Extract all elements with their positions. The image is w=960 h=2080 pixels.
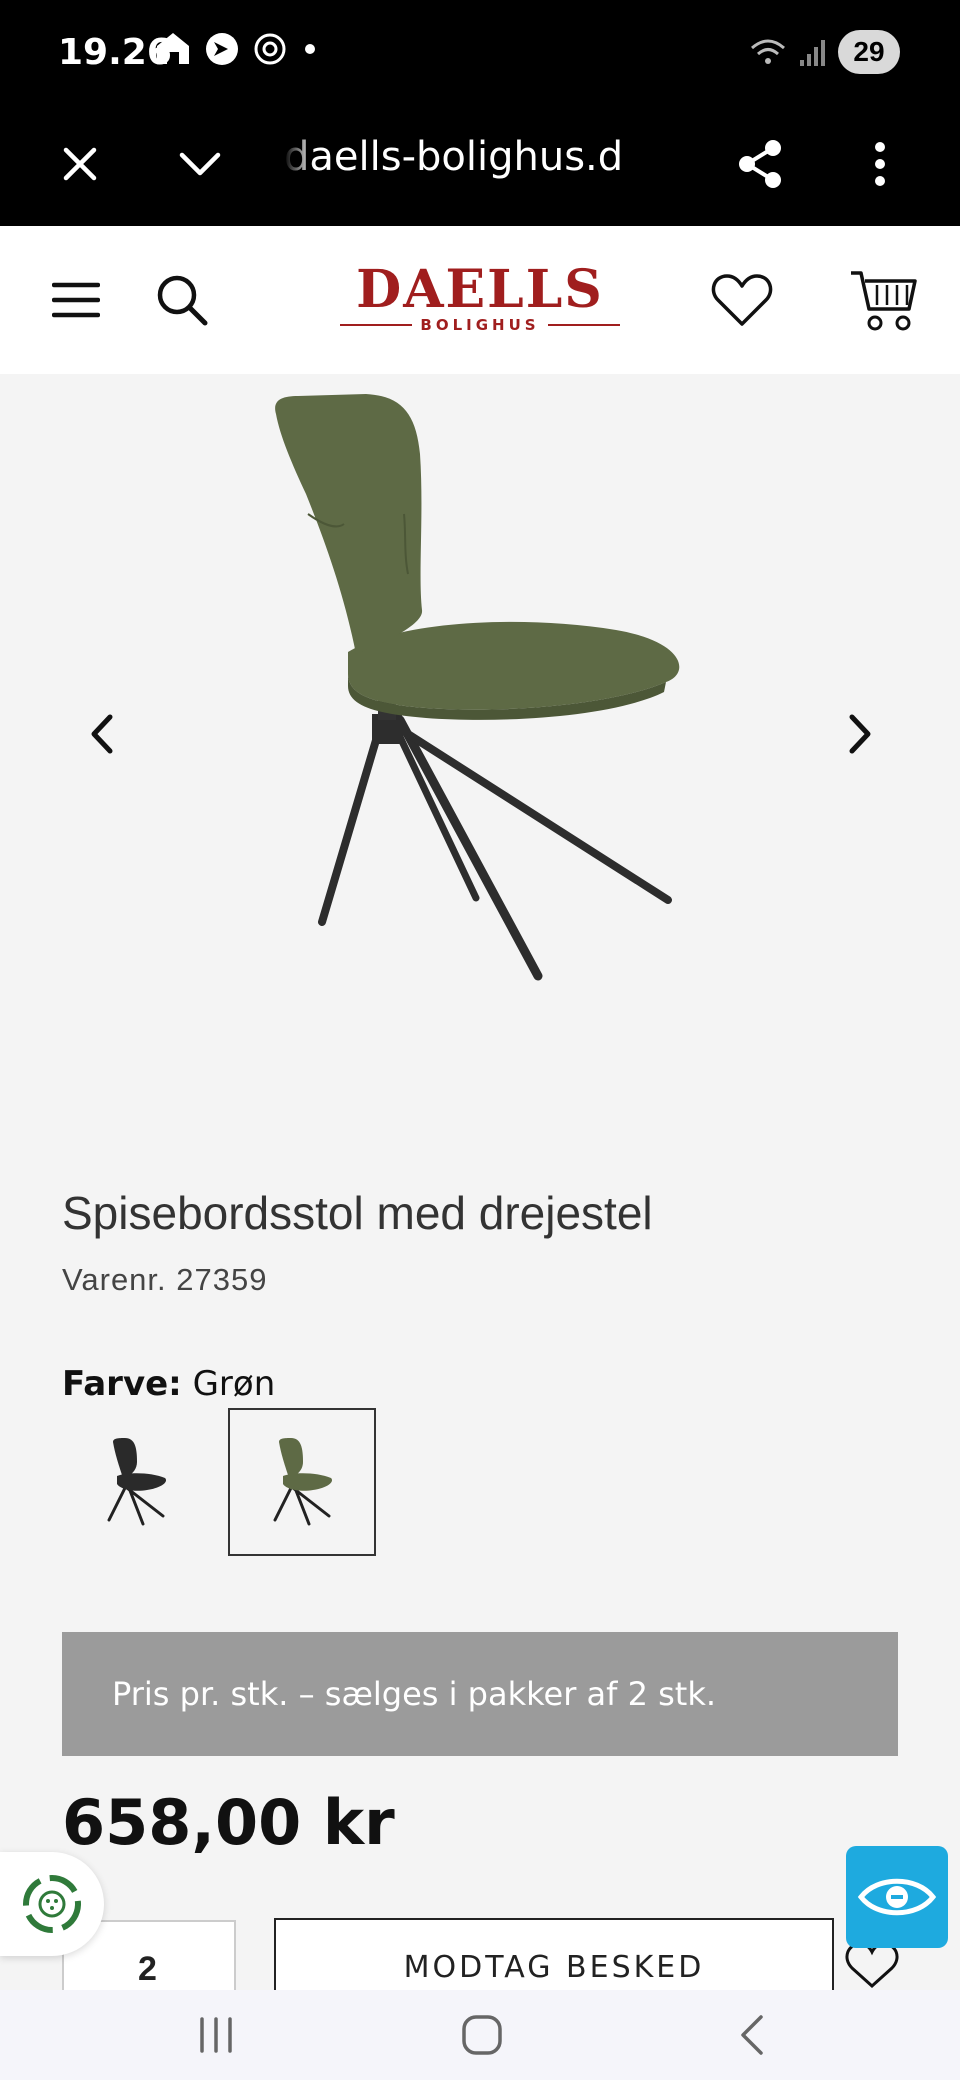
gallery-next-button[interactable] — [830, 704, 890, 764]
status-icons-left — [154, 30, 320, 68]
notify-me-button[interactable]: MODTAG BESKED — [274, 1918, 834, 1990]
product-gallery — [0, 374, 960, 1134]
home-icon — [462, 2015, 502, 2055]
prime-video-icon — [206, 33, 238, 65]
site-logo[interactable]: DAELLS BOLIGHUS — [340, 262, 620, 342]
color-swatch-black[interactable] — [62, 1408, 210, 1556]
logo-line-right — [547, 324, 620, 326]
logo-subtext: BOLIGHUS — [420, 316, 540, 334]
chair-illustration — [275, 394, 680, 981]
color-label: Farve: — [62, 1364, 182, 1404]
more-options-button[interactable] — [844, 128, 916, 200]
chevron-down-icon — [179, 152, 221, 176]
search-icon — [157, 275, 208, 326]
recent-apps-icon — [200, 2017, 232, 2053]
search-button[interactable] — [142, 260, 222, 340]
recycle-icon — [23, 1875, 81, 1933]
chatgpt-icon — [254, 33, 286, 65]
url-display[interactable]: daells-bolighus.dk — [284, 134, 624, 180]
logo-text: DAELLS — [356, 259, 604, 320]
chair-thumbnail-green — [273, 1438, 333, 1526]
system-navigation-bar — [0, 1990, 960, 2080]
home-button[interactable] — [442, 2004, 522, 2066]
status-icons-right: 29 — [748, 30, 900, 74]
chair-thumbnail-black — [107, 1438, 167, 1526]
status-bar: 19.26 29 — [0, 0, 960, 104]
product-image[interactable] — [86, 374, 874, 1014]
back-button[interactable] — [712, 2004, 792, 2066]
chevron-left-icon — [91, 714, 113, 754]
hamburger-icon — [52, 282, 100, 318]
browser-toolbar: daells-bolighus.dk — [0, 104, 960, 226]
chevron-right-icon — [849, 714, 871, 754]
gallery-prev-button[interactable] — [72, 704, 132, 764]
logo-line-left — [340, 324, 413, 326]
notify-me-label: MODTAG BESKED — [403, 1950, 705, 1985]
color-selector-label: Farve: Grøn — [62, 1364, 275, 1404]
back-icon — [741, 2015, 763, 2055]
product-price: 658,00 kr — [62, 1786, 395, 1859]
color-value: Grøn — [192, 1364, 276, 1404]
product-title: Spisebordsstol med drejestel — [62, 1187, 653, 1239]
close-icon — [63, 147, 97, 181]
tab-menu-button[interactable] — [164, 128, 236, 200]
sustainability-badge[interactable] — [0, 1852, 104, 1956]
share-icon — [739, 140, 781, 188]
dot-icon — [305, 44, 315, 54]
more-vert-icon — [875, 142, 885, 186]
home-app-icon — [157, 33, 189, 64]
color-swatch-green[interactable] — [228, 1408, 376, 1556]
quantity-value: 2 — [138, 1950, 157, 1988]
heart-icon — [711, 274, 773, 326]
cart-icon — [851, 271, 917, 331]
wishlist-button[interactable] — [702, 260, 782, 340]
accessibility-button[interactable] — [846, 1846, 948, 1948]
signal-icon — [800, 40, 825, 66]
cart-button[interactable] — [844, 260, 924, 340]
recent-apps-button[interactable] — [176, 2004, 256, 2066]
site-header: DAELLS BOLIGHUS — [0, 226, 960, 374]
product-sku: Varenr. 27359 — [62, 1262, 268, 1297]
eye-icon — [857, 1878, 937, 1916]
menu-button[interactable] — [36, 260, 116, 340]
pack-notice-banner: Pris pr. stk. – sælges i pakker af 2 stk… — [62, 1632, 898, 1756]
battery-indicator: 29 — [838, 30, 900, 74]
share-button[interactable] — [724, 128, 796, 200]
close-tab-button[interactable] — [44, 128, 116, 200]
wifi-icon — [751, 39, 785, 64]
